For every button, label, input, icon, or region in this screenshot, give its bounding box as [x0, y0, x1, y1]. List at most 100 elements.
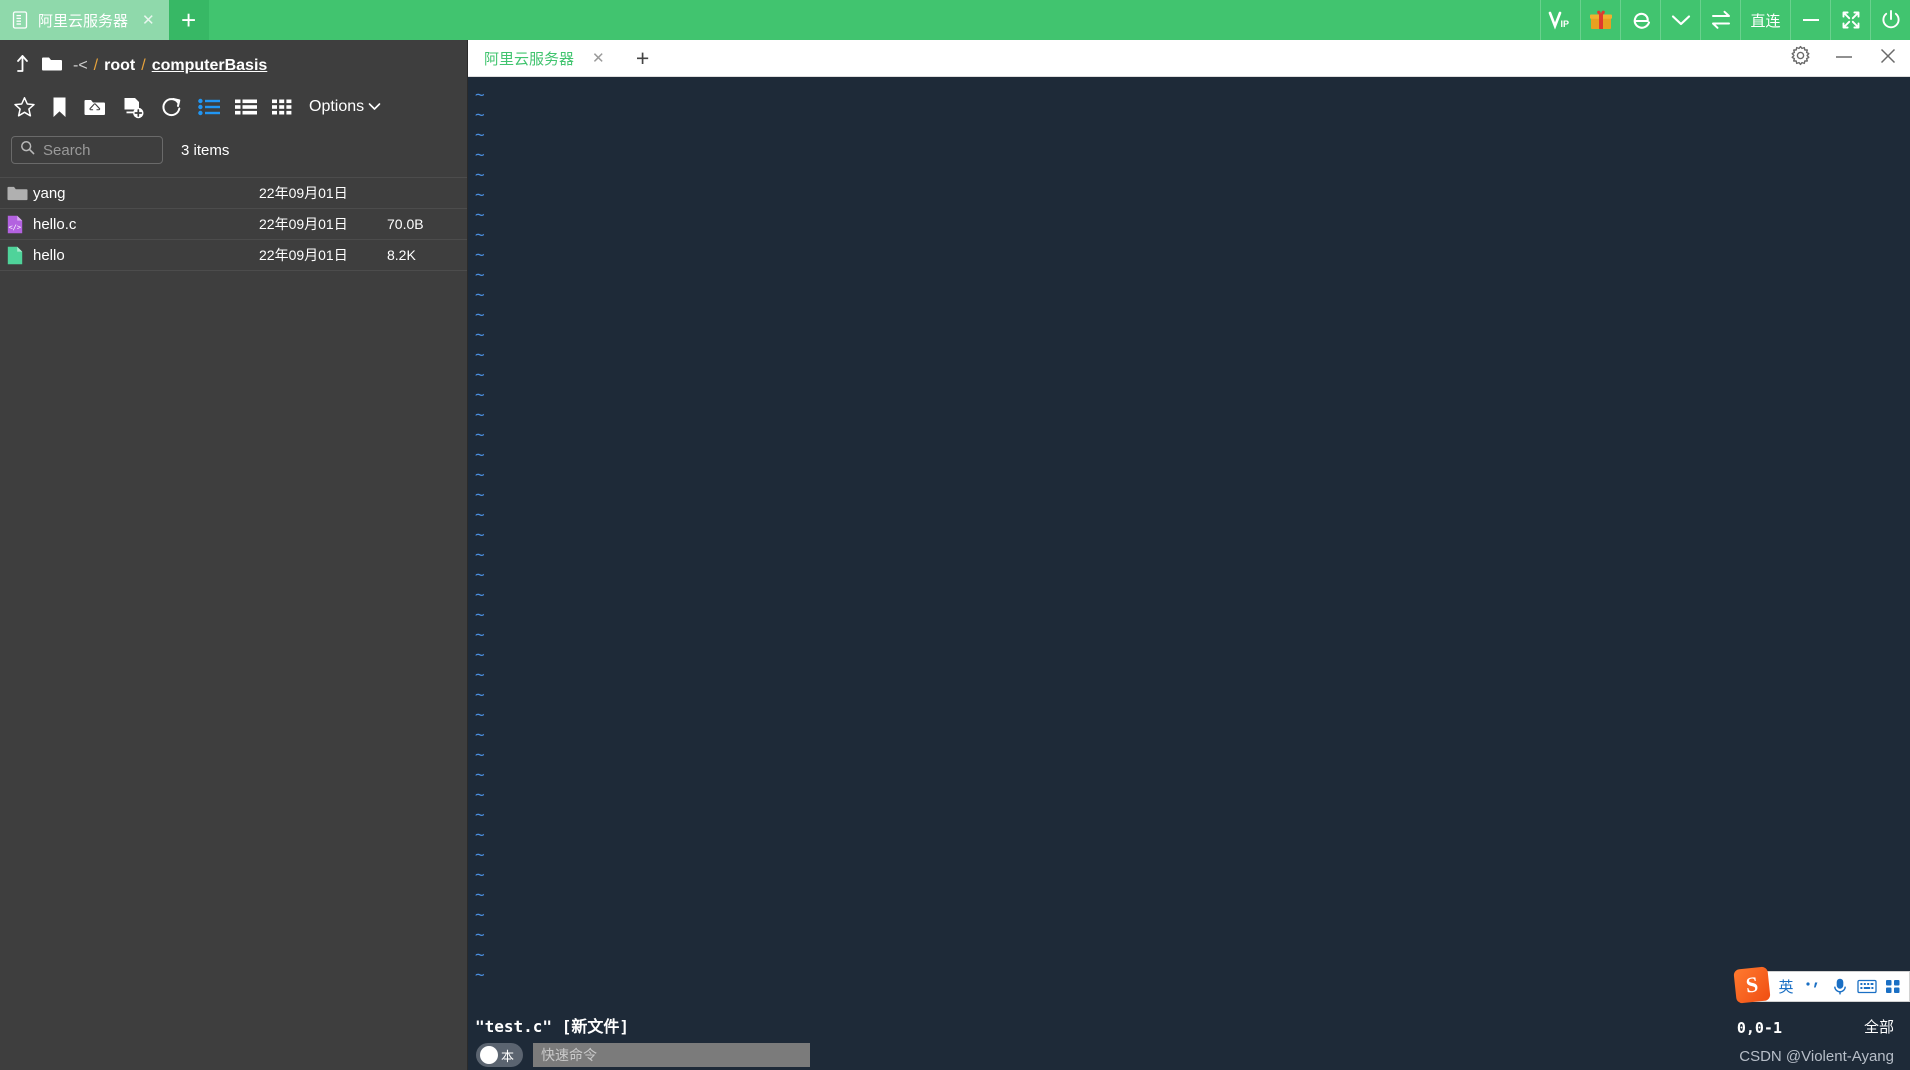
file-date: 22年09月01日	[259, 185, 348, 201]
close-icon[interactable]: ✕	[142, 13, 155, 28]
ime-mode-english[interactable]: 英	[1773, 972, 1799, 1001]
favorite-star-icon[interactable]	[13, 96, 36, 119]
table-row[interactable]: hello 22年09月01日 8.2K	[0, 240, 467, 271]
vim-tilde-line: ~	[475, 785, 485, 804]
file-name: hello.c	[33, 215, 77, 233]
bookmark-icon[interactable]	[51, 96, 68, 119]
vim-tilde-line: ~	[475, 245, 485, 264]
file-browser-panel: -< / root / computerBasis Options Search…	[0, 40, 468, 1070]
vim-tilde-line: ~	[475, 485, 485, 504]
sogou-logo-icon[interactable]: S	[1733, 966, 1771, 1004]
terminal-body[interactable]: ~ ~ ~ ~ ~ ~ ~ ~ ~ ~ ~ ~ ~ ~ ~ ~ ~ ~ ~ ~ ~ ~ ~ ~ ~ ~ ~ ~ ~ ~ ~ ~ ~ ~ ~ ~ ~ ~ ~ ~…	[468, 77, 1910, 1070]
status-strip	[0, 1060, 468, 1070]
vim-tilde-line: ~	[475, 765, 485, 784]
gift-icon	[1589, 9, 1613, 31]
table-row[interactable]: yang 22年09月01日	[0, 178, 467, 209]
minimize-icon	[1834, 49, 1854, 67]
terminal-new-tab-button[interactable]: +	[621, 40, 665, 77]
quick-command-input[interactable]: 快速命令	[533, 1043, 810, 1067]
vim-tilde-line: ~	[475, 825, 485, 844]
vim-tilde-line: ~	[475, 305, 485, 324]
detail-view-icon[interactable]	[235, 98, 257, 116]
direct-connect-label: 直连	[1750, 12, 1781, 30]
breadcrumb-separator-1: /	[141, 57, 146, 74]
vim-tilde-line: ~	[475, 965, 485, 984]
vim-tilde-line: ~	[475, 625, 485, 644]
minimize-button[interactable]	[1790, 0, 1830, 40]
breadcrumb-segment-current[interactable]: computerBasis	[152, 57, 268, 75]
minimize-icon	[1800, 15, 1822, 25]
terminal-close-button[interactable]	[1866, 40, 1910, 77]
new-file-icon[interactable]	[122, 96, 145, 119]
titlebar-actions: IP 直连	[1540, 0, 1910, 40]
terminal-tab-aliyun[interactable]: 阿里云服务器 ✕	[468, 40, 621, 77]
vip-button[interactable]: IP	[1540, 0, 1580, 40]
upload-folder-icon[interactable]	[83, 96, 107, 118]
vim-tilde-line: ~	[475, 885, 485, 904]
vim-tilde-line: ~	[475, 325, 485, 344]
browser-button[interactable]	[1620, 0, 1660, 40]
terminal-minimize-button[interactable]	[1822, 40, 1866, 77]
go-up-icon[interactable]	[14, 53, 31, 80]
vim-tilde-line: ~	[475, 645, 485, 664]
search-input[interactable]: Search	[11, 136, 163, 164]
table-row[interactable]: </> hello.c 22年09月01日 70.0B	[0, 209, 467, 240]
ime-punctuation-toggle[interactable]	[1799, 972, 1827, 1001]
dropdown-button[interactable]	[1660, 0, 1700, 40]
vim-tilde-line: ~	[475, 445, 485, 464]
file-icon	[7, 246, 33, 265]
vim-tilde-line: ~	[475, 425, 485, 444]
terminal-tab-label: 阿里云服务器	[484, 50, 575, 68]
ime-soft-keyboard[interactable]	[1853, 972, 1881, 1001]
power-button[interactable]	[1870, 0, 1910, 40]
file-name: hello	[33, 246, 65, 264]
vim-tilde-line: ~	[475, 285, 485, 304]
direct-connect-button[interactable]: 直连	[1740, 0, 1790, 40]
ie-browser-icon	[1629, 9, 1653, 31]
gift-button[interactable]	[1580, 0, 1620, 40]
vim-tilde-line: ~	[475, 945, 485, 964]
chevron-down-icon	[368, 98, 381, 116]
vim-tilde-line: ~	[475, 405, 485, 424]
vim-tilde-line: ~	[475, 545, 485, 564]
app-tab-label: 阿里云服务器	[38, 12, 129, 30]
ime-toolbox[interactable]	[1881, 972, 1907, 1001]
grid-view-icon[interactable]	[272, 98, 292, 116]
close-icon[interactable]: ✕	[592, 49, 605, 67]
list-view-icon[interactable]	[198, 98, 220, 116]
folder-icon[interactable]	[41, 55, 63, 78]
app-tab-aliyun[interactable]: 阿里云服务器 ✕	[0, 0, 169, 40]
language-toggle-label: 本	[501, 1048, 515, 1064]
vim-tilde-line: ~	[475, 565, 485, 584]
transfer-button[interactable]	[1700, 0, 1740, 40]
vim-tilde-line: ~	[475, 365, 485, 384]
breadcrumb-segment-0[interactable]: -<	[73, 57, 88, 75]
options-dropdown[interactable]: Options	[309, 98, 381, 116]
vim-tilde-line: ~	[475, 345, 485, 364]
breadcrumb-segment-root[interactable]: root	[104, 57, 135, 75]
new-tab-button[interactable]: +	[168, 0, 209, 40]
file-list: yang 22年09月01日 </> hello.c 22年09月01日 70.…	[0, 177, 467, 271]
titlebar-spacer	[209, 0, 1540, 40]
ime-voice-input[interactable]	[1827, 972, 1853, 1001]
app-titlebar: 阿里云服务器 ✕ + IP 直连	[0, 0, 1910, 40]
gear-icon	[1790, 45, 1811, 71]
vim-tilde-line: ~	[475, 685, 485, 704]
quick-command-bar: 本 快速命令	[476, 1043, 810, 1067]
csdn-watermark: CSDN @Violent-Ayang	[1739, 1048, 1894, 1065]
vim-status-message: "test.c" [新文件]	[475, 1017, 629, 1036]
settings-gear-button[interactable]	[1778, 40, 1822, 77]
vim-tilde-line: ~	[475, 265, 485, 284]
vim-empty-lines: ~ ~ ~ ~ ~ ~ ~ ~ ~ ~ ~ ~ ~ ~ ~ ~ ~ ~ ~ ~ ~ ~ ~ ~ ~ ~ ~ ~ ~ ~ ~ ~ ~ ~ ~ ~ ~ ~ ~ ~…	[475, 85, 485, 985]
vim-tilde-line: ~	[475, 845, 485, 864]
breadcrumb-separator-0: /	[93, 57, 99, 74]
folder-icon	[7, 185, 33, 202]
language-toggle[interactable]: 本	[476, 1043, 523, 1067]
vim-tilde-line: ~	[475, 725, 485, 744]
refresh-icon[interactable]	[160, 96, 183, 119]
search-placeholder: Search	[43, 141, 91, 159]
svg-text:</>: </>	[8, 223, 21, 231]
code-file-icon: </>	[7, 215, 33, 234]
close-icon	[1879, 47, 1897, 70]
maximize-button[interactable]	[1830, 0, 1870, 40]
